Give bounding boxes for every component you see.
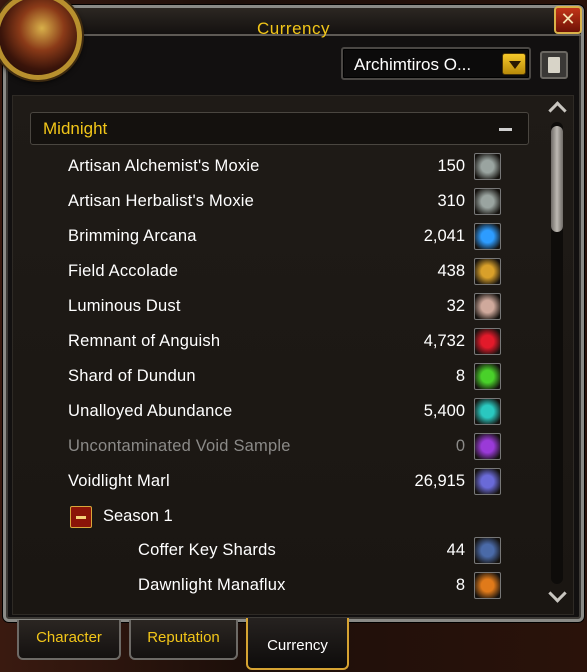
- currency-name: Artisan Herbalist's Moxie: [68, 192, 255, 210]
- collapse-icon[interactable]: [499, 128, 512, 131]
- currency-row[interactable]: Luminous Dust 32: [30, 290, 503, 322]
- currency-amount: 438: [437, 262, 465, 280]
- scroll-log-icon[interactable]: [540, 51, 568, 79]
- currency-row[interactable]: Uncontaminated Void Sample 0: [30, 430, 503, 462]
- currency-amount: 26,915: [414, 472, 465, 490]
- currency-row[interactable]: Artisan Herbalist's Moxie 310: [30, 185, 503, 217]
- currency-name: Field Accolade: [68, 262, 179, 280]
- cyan-orb-icon[interactable]: [474, 398, 501, 425]
- collapse-toggle-icon[interactable]: [70, 506, 92, 528]
- character-dropdown-value: Archimtiros O...: [354, 55, 472, 74]
- currency-row[interactable]: Brimming Arcana 2,041: [30, 220, 503, 252]
- scrollbar-thumb[interactable]: [551, 126, 563, 232]
- tab-currency[interactable]: Currency: [246, 618, 349, 670]
- moxie-icon[interactable]: [474, 188, 501, 215]
- currency-row[interactable]: Voidlight Marl 26,915: [30, 465, 503, 497]
- category-label: Midnight: [43, 119, 108, 138]
- currency-row[interactable]: Remnant of Anguish 4,732: [30, 325, 503, 357]
- moxie-icon[interactable]: [474, 153, 501, 180]
- scroll-up-icon[interactable]: [548, 98, 566, 116]
- close-button[interactable]: ✕: [554, 6, 582, 34]
- currency-amount: 2,041: [423, 227, 465, 245]
- chevron-down-icon[interactable]: [502, 53, 526, 75]
- tab-reputation[interactable]: Reputation: [129, 620, 238, 660]
- green-shard-icon[interactable]: [474, 363, 501, 390]
- currency-name: Brimming Arcana: [68, 227, 197, 245]
- window-title: Currency: [257, 19, 330, 38]
- subcategory-label: Season 1: [103, 507, 173, 525]
- voidlight-crystal-icon[interactable]: [474, 468, 501, 495]
- currency-row[interactable]: Unalloyed Abundance 5,400: [30, 395, 503, 427]
- currency-amount: 150: [437, 157, 465, 175]
- subcategory-header-season-1[interactable]: Season 1: [30, 502, 503, 532]
- category-header-midnight[interactable]: Midnight: [30, 112, 529, 145]
- key-shard-icon[interactable]: [474, 537, 501, 564]
- currency-name: Shard of Dundun: [68, 367, 196, 385]
- currency-name: Artisan Alchemist's Moxie: [68, 157, 260, 175]
- currency-name: Uncontaminated Void Sample: [68, 437, 291, 455]
- wings-badge-icon[interactable]: [474, 258, 501, 285]
- currency-amount: 0: [455, 437, 465, 455]
- currency-row[interactable]: Shard of Dundun 8: [30, 360, 503, 392]
- currency-amount: 8: [455, 367, 465, 385]
- currency-amount: 8: [455, 576, 465, 594]
- currency-name: Remnant of Anguish: [68, 332, 221, 350]
- currency-amount: 4,732: [423, 332, 465, 350]
- currency-name: Coffer Key Shards: [138, 541, 276, 559]
- title-bar[interactable]: Currency: [6, 8, 581, 38]
- currency-name: Voidlight Marl: [68, 472, 170, 490]
- currency-name: Luminous Dust: [68, 297, 181, 315]
- currency-row[interactable]: Dawnlight Manaflux 8: [30, 569, 503, 601]
- character-dropdown[interactable]: Archimtiros O...: [341, 47, 531, 80]
- void-swirl-icon[interactable]: [474, 433, 501, 460]
- dust-icon[interactable]: [474, 293, 501, 320]
- currency-amount: 310: [437, 192, 465, 210]
- scroll-down-icon[interactable]: [548, 587, 566, 605]
- currency-name: Dawnlight Manaflux: [138, 576, 286, 594]
- currency-amount: 44: [446, 541, 465, 559]
- currency-row[interactable]: Field Accolade 438: [30, 255, 503, 287]
- currency-amount: 32: [446, 297, 465, 315]
- currency-row[interactable]: Coffer Key Shards 44: [30, 534, 503, 566]
- currency-row[interactable]: Artisan Alchemist's Moxie 150: [30, 150, 503, 182]
- manaflux-flask-icon[interactable]: [474, 572, 501, 599]
- currency-amount: 5,400: [423, 402, 465, 420]
- arcana-orb-icon[interactable]: [474, 223, 501, 250]
- red-orb-icon[interactable]: [474, 328, 501, 355]
- tab-character[interactable]: Character: [17, 620, 121, 660]
- currency-name: Unalloyed Abundance: [68, 402, 233, 420]
